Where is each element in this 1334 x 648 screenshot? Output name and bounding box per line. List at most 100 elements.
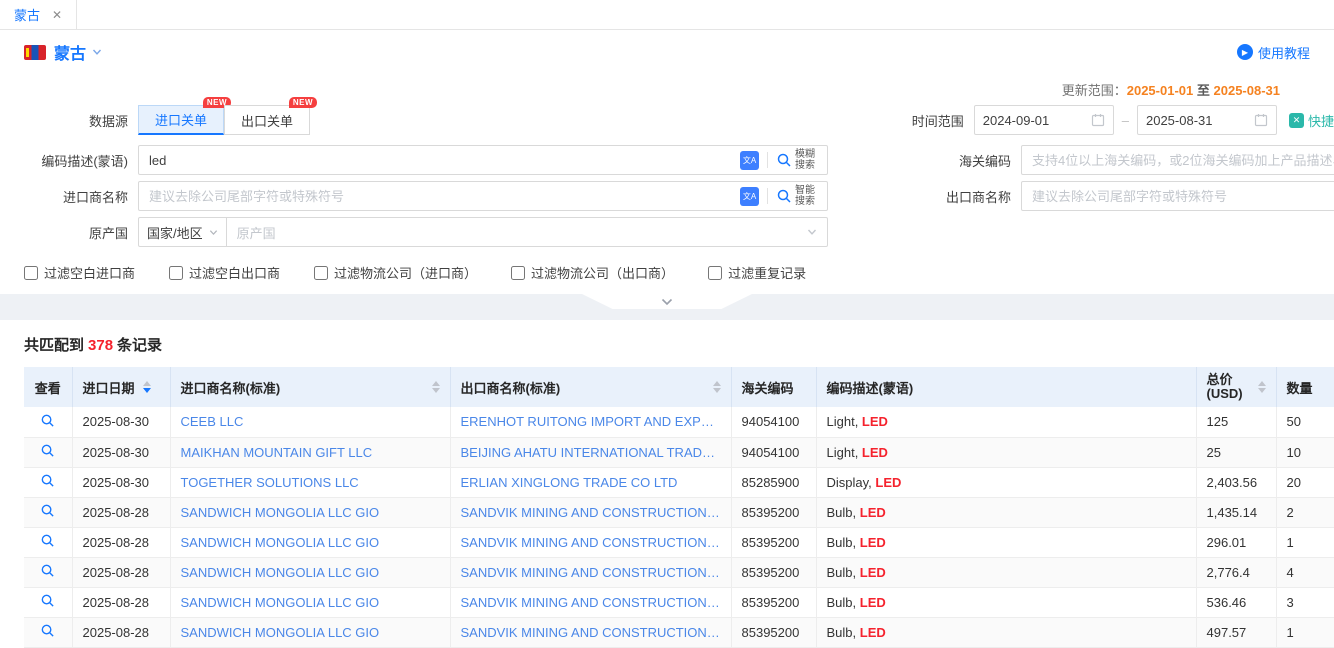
hs-code-label: 海关编码 — [893, 151, 1021, 170]
view-magnifier-icon[interactable] — [40, 443, 55, 458]
checkbox[interactable] — [511, 266, 525, 280]
hs-code-cell: 94054100 — [731, 407, 816, 437]
chevron-down-icon — [209, 228, 218, 237]
importer-link[interactable]: CEEB LLC — [170, 407, 450, 437]
importer-inputbox: 文A 智能搜索 — [138, 181, 828, 211]
code-desc-cell: Light, LED — [816, 407, 1196, 437]
checkbox[interactable] — [708, 266, 722, 280]
exporter-link[interactable]: BEIJING AHATU INTERNATIONAL TRADE C... — [450, 437, 731, 467]
country-selector[interactable]: 蒙古 — [54, 40, 86, 64]
quantity-cell: 4 — [1276, 557, 1334, 587]
exporter-link[interactable]: ERLIAN XINGLONG TRADE CO LTD — [450, 467, 731, 497]
exporter-inputbox — [1021, 181, 1334, 211]
sort-icon[interactable] — [713, 381, 721, 393]
checkbox[interactable] — [314, 266, 328, 280]
code-desc-input[interactable] — [149, 146, 740, 174]
exporter-link[interactable]: SANDVIK MINING AND CONSTRUCTION L... — [450, 557, 731, 587]
collapse-handle[interactable] — [582, 294, 752, 309]
shortcut-icon: ✕ — [1289, 113, 1304, 128]
table-row: 2025-08-30 CEEB LLC ERENHOT RUITONG IMPO… — [24, 407, 1334, 437]
region-select-value: 国家/地区 — [147, 223, 203, 242]
importer-link[interactable]: SANDWICH MONGOLIA LLC GIO — [170, 527, 450, 557]
hs-code-cell: 85395200 — [731, 587, 816, 617]
fuzzy-search-button[interactable]: 模糊搜索 — [776, 149, 827, 171]
importer-link[interactable]: MAIKHAN MOUNTAIN GIFT LLC — [170, 437, 450, 467]
new-badge: NEW — [289, 97, 317, 108]
tab-mongolia[interactable]: 蒙古 ✕ — [0, 0, 77, 29]
col-exporter[interactable]: 出口商名称(标准) — [450, 367, 731, 407]
col-hs-code: 海关编码 — [731, 367, 816, 407]
translate-icon[interactable]: 文A — [740, 187, 759, 206]
checkbox-filter-duplicates[interactable]: 过滤重复记录 — [708, 263, 806, 282]
translate-icon[interactable]: 文A — [740, 151, 759, 170]
exporter-link[interactable]: SANDVIK MINING AND CONSTRUCTION L... — [450, 497, 731, 527]
importer-link[interactable]: SANDWICH MONGOLIA LLC GIO — [170, 557, 450, 587]
exporter-link[interactable]: ERENHOT RUITONG IMPORT AND EXPORT ... — [450, 407, 731, 437]
view-magnifier-icon[interactable] — [40, 473, 55, 488]
view-magnifier-icon[interactable] — [40, 593, 55, 608]
shortcut-button[interactable]: ✕ 快捷 — [1289, 111, 1334, 130]
tab-import-declarations[interactable]: 进口关单 NEW — [138, 105, 224, 135]
code-desc-label: 编码描述(蒙语) — [0, 151, 138, 170]
origin-country-input[interactable]: 原产国 — [227, 217, 828, 247]
checkbox-filter-logistics-importer[interactable]: 过滤物流公司（进口商） — [314, 263, 477, 282]
exporter-link[interactable]: SANDVIK MINING AND CONSTRUCTION L... — [450, 617, 731, 647]
chevron-down-icon[interactable] — [92, 47, 102, 57]
sort-icon[interactable] — [432, 381, 440, 393]
update-start-date: 2025-01-01 — [1127, 83, 1194, 98]
exporter-input[interactable] — [1032, 182, 1334, 210]
col-total-usd[interactable]: 总价 (USD) — [1196, 367, 1276, 407]
sort-icon[interactable] — [1258, 381, 1266, 393]
quantity-cell: 2 — [1276, 497, 1334, 527]
importer-link[interactable]: SANDWICH MONGOLIA LLC GIO — [170, 617, 450, 647]
checkbox[interactable] — [169, 266, 183, 280]
checkbox-filter-blank-exporter[interactable]: 过滤空白出口商 — [169, 263, 280, 282]
exporter-link[interactable]: SANDVIK MINING AND CONSTRUCTION L... — [450, 527, 731, 557]
end-date-picker[interactable]: 2025-08-31 — [1137, 105, 1277, 135]
total-usd-cell: 125 — [1196, 407, 1276, 437]
led-highlight: LED — [860, 595, 886, 610]
page-header: 蒙古 ▶ 使用教程 — [0, 30, 1334, 74]
region-select[interactable]: 国家/地区 — [138, 217, 227, 247]
start-date-picker[interactable]: 2024-09-01 — [974, 105, 1114, 135]
hs-code-input[interactable] — [1032, 146, 1334, 174]
table-row: 2025-08-28 SANDWICH MONGOLIA LLC GIO SAN… — [24, 617, 1334, 647]
col-import-date[interactable]: 进口日期 — [72, 367, 170, 407]
col-quantity: 数量 — [1276, 367, 1334, 407]
checkbox-label: 过滤物流公司（出口商） — [531, 263, 674, 282]
results-title: 共匹配到378条记录 — [0, 334, 1334, 367]
view-magnifier-icon[interactable] — [40, 503, 55, 518]
view-cell — [24, 407, 72, 437]
smart-search-button[interactable]: 智能搜索 — [776, 185, 827, 207]
importer-link[interactable]: TOGETHER SOLUTIONS LLC — [170, 467, 450, 497]
sort-icon[interactable] — [143, 381, 151, 393]
hs-code-cell: 94054100 — [731, 437, 816, 467]
view-magnifier-icon[interactable] — [40, 563, 55, 578]
exporter-link[interactable]: SANDVIK MINING AND CONSTRUCTION L... — [450, 587, 731, 617]
tab-export-declarations[interactable]: 出口关单 NEW — [224, 105, 310, 135]
close-icon[interactable]: ✕ — [52, 8, 62, 22]
col-label: (USD) — [1207, 386, 1243, 401]
total-usd-cell: 1,435.14 — [1196, 497, 1276, 527]
quantity-cell: 1 — [1276, 527, 1334, 557]
view-magnifier-icon[interactable] — [40, 623, 55, 638]
view-magnifier-icon[interactable] — [40, 413, 55, 428]
tutorial-link[interactable]: ▶ 使用教程 — [1237, 43, 1310, 62]
divider — [767, 188, 768, 204]
col-importer[interactable]: 进口商名称(标准) — [170, 367, 450, 407]
results-table: 查看 进口日期 进口商名称(标准) 出口商名称(标准) 海关编码 编码描述(蒙语… — [24, 367, 1334, 648]
code-desc-cell: Display, LED — [816, 467, 1196, 497]
total-usd-cell: 536.46 — [1196, 587, 1276, 617]
code-desc-cell: Bulb, LED — [816, 527, 1196, 557]
checkbox-label: 过滤空白出口商 — [189, 263, 280, 282]
time-range-label: 时间范围 — [846, 111, 974, 130]
checkbox[interactable] — [24, 266, 38, 280]
led-highlight: LED — [860, 565, 886, 580]
checkbox-filter-blank-importer[interactable]: 过滤空白进口商 — [24, 263, 135, 282]
importer-link[interactable]: SANDWICH MONGOLIA LLC GIO — [170, 587, 450, 617]
importer-link[interactable]: SANDWICH MONGOLIA LLC GIO — [170, 497, 450, 527]
importer-input[interactable] — [149, 182, 740, 210]
checkbox-filter-logistics-exporter[interactable]: 过滤物流公司（出口商） — [511, 263, 674, 282]
update-range-label: 更新范围： — [1062, 83, 1127, 98]
view-magnifier-icon[interactable] — [40, 533, 55, 548]
